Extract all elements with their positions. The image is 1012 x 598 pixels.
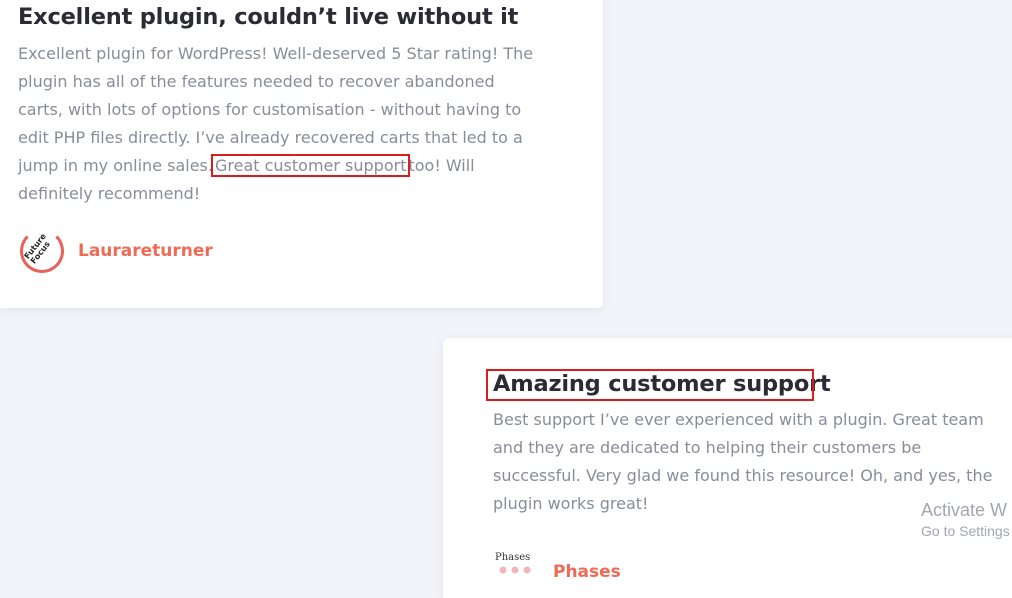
review-card: Amazing customer support Best support I’…: [443, 338, 1012, 598]
review-card: Excellent plugin, couldn’t live without …: [0, 0, 603, 308]
highlight-box: [486, 369, 814, 401]
watermark-subtitle: Go to Settings: [921, 523, 1010, 539]
review-text-line: plugin has all of the features needed to…: [18, 72, 495, 91]
phases-logo-dots: [497, 565, 537, 575]
review-text: Excellent plugin for WordPress! Well-des…: [18, 40, 578, 208]
review-text-segment: jump in my online sales.: [18, 156, 213, 175]
review-author: Future Focus Laurareturner: [18, 227, 213, 275]
avatar: Future Focus: [18, 227, 66, 275]
author-name[interactable]: Laurareturner: [78, 241, 213, 261]
review-text-line: edit PHP files directly. I’ve already re…: [18, 128, 523, 147]
review-title: Excellent plugin, couldn’t live without …: [18, 4, 519, 30]
review-text-line: successful. Very glad we found this reso…: [493, 466, 993, 485]
author-name[interactable]: Phases: [553, 562, 621, 582]
review-text-line: Excellent plugin for WordPress! Well-des…: [18, 44, 534, 63]
review-text-line: definitely recommend!: [18, 184, 201, 203]
review-text-line: and they are dedicated to helping their …: [493, 438, 922, 457]
review-text-segment: too! Will: [408, 156, 475, 175]
review-text-line: carts, with lots of options for customis…: [18, 100, 522, 119]
review-text-line: jump in my online sales. Great customer s…: [18, 152, 578, 180]
avatar: Phases: [493, 548, 541, 596]
activate-windows-watermark: Activate W Go to Settings: [921, 498, 1010, 540]
review-author: Phases Phases: [493, 548, 621, 596]
highlighted-phrase: Great customer support: [210, 154, 411, 177]
phases-logo: Phases: [495, 552, 531, 563]
watermark-title: Activate W: [921, 500, 1008, 520]
review-text-line: Best support I’ve ever experienced with …: [493, 410, 984, 429]
